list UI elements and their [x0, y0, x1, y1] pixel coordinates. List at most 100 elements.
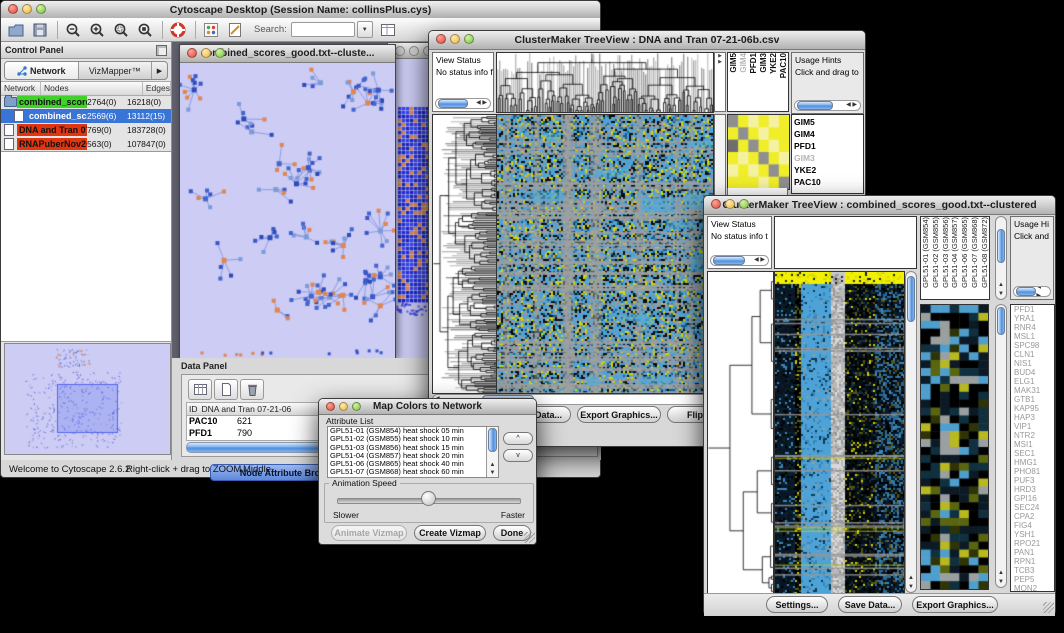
scroll-down-icon[interactable]: ▼ — [487, 469, 498, 477]
gene-label[interactable]: MAK31 — [1014, 386, 1054, 395]
zoom-button[interactable] — [464, 34, 474, 44]
gene-label[interactable]: TCB3 — [1014, 566, 1054, 575]
gene-label[interactable]: VIP1 — [1014, 422, 1054, 431]
move-up-button[interactable]: ^ — [503, 432, 533, 445]
close-button[interactable] — [711, 199, 721, 209]
zoom-button[interactable] — [36, 4, 46, 14]
gene-label[interactable]: GTB1 — [1014, 395, 1054, 404]
network-table-column[interactable]: Edges — [143, 82, 171, 95]
matrix-column-label[interactable]: PFD1 — [749, 53, 758, 73]
gene-label[interactable]: PFD1 — [1014, 305, 1054, 314]
gene-label[interactable]: YRA1 — [1014, 314, 1054, 323]
attribute-list-vscrollbar[interactable]: ▲ ▼ — [486, 427, 498, 477]
gene-label[interactable]: KAP95 — [1014, 404, 1054, 413]
gene-label[interactable]: SPC98 — [1014, 341, 1054, 350]
birdseye-canvas[interactable] — [5, 344, 168, 452]
column-scroll-strip[interactable]: ▶▶ — [714, 52, 726, 112]
gene-label[interactable]: GPI16 — [1014, 494, 1054, 503]
gene-label[interactable]: SEC1 — [1014, 449, 1054, 458]
treeview2-button[interactable]: Export Graphics... — [912, 596, 998, 613]
close-button[interactable] — [187, 48, 197, 58]
attribute-list-item[interactable]: GPL51-07 (GSM868) heat shock 60 min — [329, 468, 486, 476]
open-folder-icon[interactable] — [7, 21, 25, 39]
zoom-heatmap-vscrollbar[interactable]: ▲ ▼ — [995, 304, 1007, 588]
treeview1-button[interactable]: Export Graphics... — [577, 406, 661, 423]
matrix-row-label[interactable]: GIM4 — [794, 128, 861, 140]
usage-hints-scrollbar[interactable]: ◀ ▶ — [1013, 286, 1051, 297]
array-column-label[interactable]: GPL51-02 (GSM855) — [931, 217, 940, 288]
scroll-arrows-icon[interactable]: ◀ ▶ — [846, 101, 860, 110]
zoom-button[interactable] — [352, 402, 361, 411]
matrix-column-label[interactable]: GIM3 — [759, 53, 768, 73]
scroll-up-icon[interactable]: ▲ — [487, 461, 498, 469]
minimize-button[interactable] — [22, 4, 32, 14]
gene-label[interactable]: RPN1 — [1014, 557, 1054, 566]
save-icon[interactable] — [31, 21, 49, 39]
gene-label[interactable]: CPA2 — [1014, 512, 1054, 521]
close-button[interactable] — [326, 402, 335, 411]
attribute-browser-icon[interactable] — [379, 21, 397, 39]
tab-network[interactable]: Network — [5, 62, 79, 79]
scroll-down-icon[interactable]: ▼ — [996, 290, 1006, 298]
array-column-label[interactable]: GPL51-01 (GSM854) — [921, 217, 930, 288]
treeview2-titlebar[interactable]: ClusterMaker TreeView : combined_scores_… — [704, 196, 1055, 215]
attribute-column-header[interactable]: ID — [187, 403, 200, 415]
move-down-button[interactable]: v — [503, 449, 533, 462]
minimize-button[interactable] — [339, 402, 348, 411]
gene-label[interactable]: HMG1 — [1014, 458, 1054, 467]
minimize-button[interactable] — [409, 46, 419, 56]
network-table-column[interactable]: Nodes — [41, 82, 143, 95]
view-status-scrollbar[interactable]: ◀ ▶ — [710, 255, 769, 266]
zoom-in-icon[interactable] — [88, 21, 106, 39]
gene-label[interactable]: PHO81 — [1014, 467, 1054, 476]
global-heatmap[interactable] — [496, 114, 714, 394]
matrix-column-label[interactable]: GIM4 — [739, 53, 748, 73]
network-table-column[interactable]: Network — [1, 82, 41, 95]
gene-label[interactable]: HRD3 — [1014, 485, 1054, 494]
new-attribute-icon[interactable] — [214, 379, 238, 400]
animate-vizmap-button[interactable]: Animate Vizmap — [331, 525, 407, 541]
network-list-row[interactable]: DNA and Tran 07 769(0) 183728(0) — [1, 123, 171, 137]
matrix-row-label[interactable]: PAC10 — [794, 176, 861, 188]
matrix-row-label[interactable]: GIM5 — [794, 116, 861, 128]
close-button[interactable] — [436, 34, 446, 44]
gene-label[interactable]: PAN1 — [1014, 548, 1054, 557]
gene-label[interactable]: SEC24 — [1014, 503, 1054, 512]
gene-label[interactable]: MSL1 — [1014, 332, 1054, 341]
network-list-row[interactable]: RNAPuberNov2+ 563(0) 107847(0) — [1, 137, 171, 151]
gene-label[interactable]: MON2 — [1014, 584, 1054, 592]
matrix-row-label[interactable]: YKE2 — [794, 164, 861, 176]
matrix-column-label[interactable]: GIM5 — [729, 53, 738, 73]
array-column-label[interactable]: GPL51-04 (GSM857) — [950, 217, 959, 288]
gene-label[interactable]: RPO21 — [1014, 539, 1054, 548]
scroll-arrows-icon[interactable]: ◀ ▶ — [1036, 286, 1050, 297]
close-button[interactable] — [395, 46, 405, 56]
scroll-arrows-icon[interactable]: ◀ ▶ — [754, 256, 768, 265]
scroll-up-icon[interactable]: ▲ — [996, 569, 1006, 577]
speed-slider-thumb[interactable] — [421, 491, 436, 506]
network-view-titlebar[interactable]: combined_scores_good.txt--cluste... — [180, 45, 395, 63]
row-dendrogram[interactable] — [707, 271, 774, 595]
array-column-label[interactable]: GPL51-07 (GSM868) — [970, 217, 979, 288]
matrix-column-label[interactable]: PAC10 — [779, 53, 788, 78]
scroll-down-icon[interactable]: ▼ — [906, 583, 916, 591]
zoom-selected-icon[interactable] — [112, 21, 130, 39]
zoom-button[interactable] — [739, 199, 749, 209]
scroll-arrows-icon[interactable]: ◀ ▶ — [476, 99, 490, 108]
labels-vscrollbar[interactable]: ▲ ▼ — [995, 216, 1007, 300]
gene-label[interactable]: MSI1 — [1014, 440, 1054, 449]
resize-grip[interactable] — [524, 532, 535, 543]
gene-label[interactable]: NIS1 — [1014, 359, 1054, 368]
zoom-fit-icon[interactable] — [136, 21, 154, 39]
gene-label[interactable]: FIG4 — [1014, 521, 1054, 530]
array-column-label[interactable]: GPL51-08 (GSM872) — [980, 217, 989, 288]
network-view-canvas[interactable] — [180, 63, 395, 358]
correlation-matrix[interactable] — [727, 114, 790, 190]
gene-label[interactable]: YSH1 — [1014, 530, 1054, 539]
search-input[interactable] — [291, 22, 355, 37]
gene-label[interactable]: HAP3 — [1014, 413, 1054, 422]
birdseye-view[interactable] — [4, 343, 171, 455]
minimize-button[interactable] — [725, 199, 735, 209]
zoom-out-icon[interactable] — [64, 21, 82, 39]
usage-hints-scrollbar[interactable]: ◀ ▶ — [794, 100, 861, 111]
